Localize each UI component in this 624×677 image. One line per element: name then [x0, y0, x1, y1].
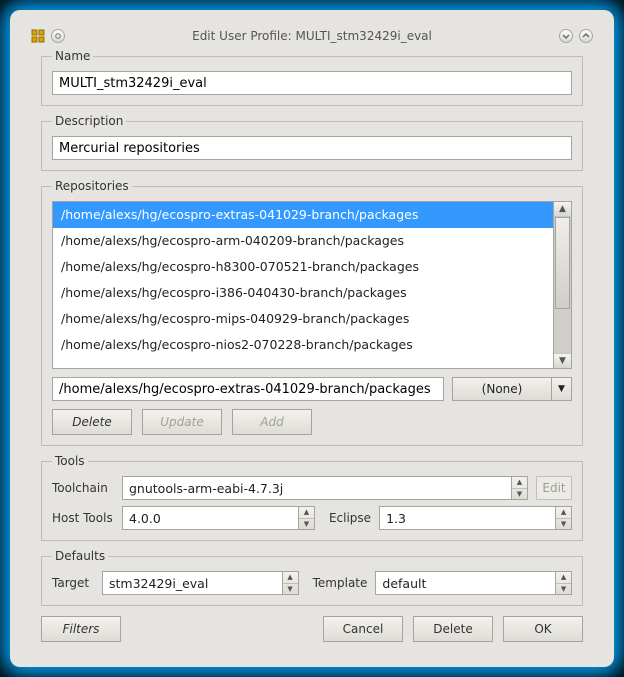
- ok-button[interactable]: OK: [503, 616, 583, 642]
- tools-group: Tools Toolchain gnutools-arm-eabi-4.7.3j…: [41, 454, 583, 541]
- app-icon: [31, 29, 45, 43]
- name-group: Name: [41, 49, 583, 106]
- repositories-scrollbar[interactable]: ▲ ▼: [554, 201, 572, 369]
- chevron-down-icon[interactable]: ▼: [299, 519, 314, 530]
- repository-type-select[interactable]: (None): [452, 377, 552, 401]
- name-input[interactable]: [52, 71, 572, 95]
- cancel-button[interactable]: Cancel: [323, 616, 403, 642]
- chevron-up-icon[interactable]: ▲: [556, 507, 571, 519]
- description-legend: Description: [52, 114, 126, 128]
- toolchain-label: Toolchain: [52, 481, 114, 495]
- chevron-up-icon[interactable]: ▲: [512, 477, 527, 489]
- eclipse-label: Eclipse: [329, 511, 371, 525]
- chevron-up-icon[interactable]: ▲: [299, 507, 314, 519]
- repositories-list[interactable]: /home/alexs/hg/ecospro-extras-041029-bra…: [52, 201, 554, 369]
- repo-update-button: Update: [142, 409, 222, 435]
- chevron-down-icon[interactable]: ▼: [552, 377, 572, 401]
- tools-legend: Tools: [52, 454, 88, 468]
- eclipse-value: 1.3: [379, 506, 556, 530]
- description-group: Description: [41, 114, 583, 171]
- titlebar: Edit User Profile: MULTI_stm32429i_eval: [27, 27, 597, 49]
- filters-button[interactable]: Filters: [41, 616, 121, 642]
- target-label: Target: [52, 576, 94, 590]
- list-item[interactable]: /home/alexs/hg/ecospro-extras-041029-bra…: [53, 202, 553, 228]
- repository-type-value: (None): [482, 382, 523, 396]
- list-item[interactable]: /home/alexs/hg/ecospro-nios2-070228-bran…: [53, 332, 553, 358]
- template-label: Template: [313, 576, 368, 590]
- toolchain-select[interactable]: gnutools-arm-eabi-4.7.3j ▲▼: [122, 476, 528, 500]
- window-title: Edit User Profile: MULTI_stm32429i_eval: [71, 29, 553, 43]
- repositories-group: Repositories /home/alexs/hg/ecospro-extr…: [41, 179, 583, 446]
- delete-button[interactable]: Delete: [413, 616, 493, 642]
- target-value: stm32429i_eval: [102, 571, 283, 595]
- toolchain-edit-button: Edit: [536, 476, 572, 500]
- repository-path-input[interactable]: [52, 377, 444, 401]
- description-input[interactable]: [52, 136, 572, 160]
- chevron-down-icon[interactable]: ▼: [556, 584, 571, 595]
- list-item[interactable]: /home/alexs/hg/ecospro-i386-040430-branc…: [53, 280, 553, 306]
- chevron-up-icon[interactable]: ▲: [556, 572, 571, 584]
- list-item[interactable]: /home/alexs/hg/ecospro-h8300-070521-bran…: [53, 254, 553, 280]
- scroll-down-icon[interactable]: ▼: [554, 353, 571, 368]
- hosttools-value: 4.0.0: [122, 506, 299, 530]
- scroll-thumb[interactable]: [555, 217, 570, 309]
- template-select[interactable]: default ▲▼: [375, 571, 572, 595]
- list-item[interactable]: /home/alexs/hg/ecospro-arm-040209-branch…: [53, 228, 553, 254]
- chevron-down-icon[interactable]: ▼: [283, 584, 298, 595]
- repo-delete-button[interactable]: Delete: [52, 409, 132, 435]
- toolchain-value: gnutools-arm-eabi-4.7.3j: [122, 476, 512, 500]
- target-select[interactable]: stm32429i_eval ▲▼: [102, 571, 299, 595]
- defaults-legend: Defaults: [52, 549, 108, 563]
- repo-add-button: Add: [232, 409, 312, 435]
- scroll-up-icon[interactable]: ▲: [554, 202, 571, 217]
- template-value: default: [375, 571, 556, 595]
- hosttools-label: Host Tools: [52, 511, 114, 525]
- defaults-group: Defaults Target stm32429i_eval ▲▼ Templa…: [41, 549, 583, 606]
- repositories-legend: Repositories: [52, 179, 132, 193]
- pin-button[interactable]: [51, 29, 65, 43]
- chevron-down-icon[interactable]: ▼: [512, 489, 527, 500]
- hosttools-select[interactable]: 4.0.0 ▲▼: [122, 506, 315, 530]
- eclipse-select[interactable]: 1.3 ▲▼: [379, 506, 572, 530]
- chevron-down-icon[interactable]: ▼: [556, 519, 571, 530]
- minimize-button[interactable]: [559, 29, 573, 43]
- name-legend: Name: [52, 49, 93, 63]
- maximize-button[interactable]: [579, 29, 593, 43]
- chevron-up-icon[interactable]: ▲: [283, 572, 298, 584]
- list-item[interactable]: /home/alexs/hg/ecospro-mips-040929-branc…: [53, 306, 553, 332]
